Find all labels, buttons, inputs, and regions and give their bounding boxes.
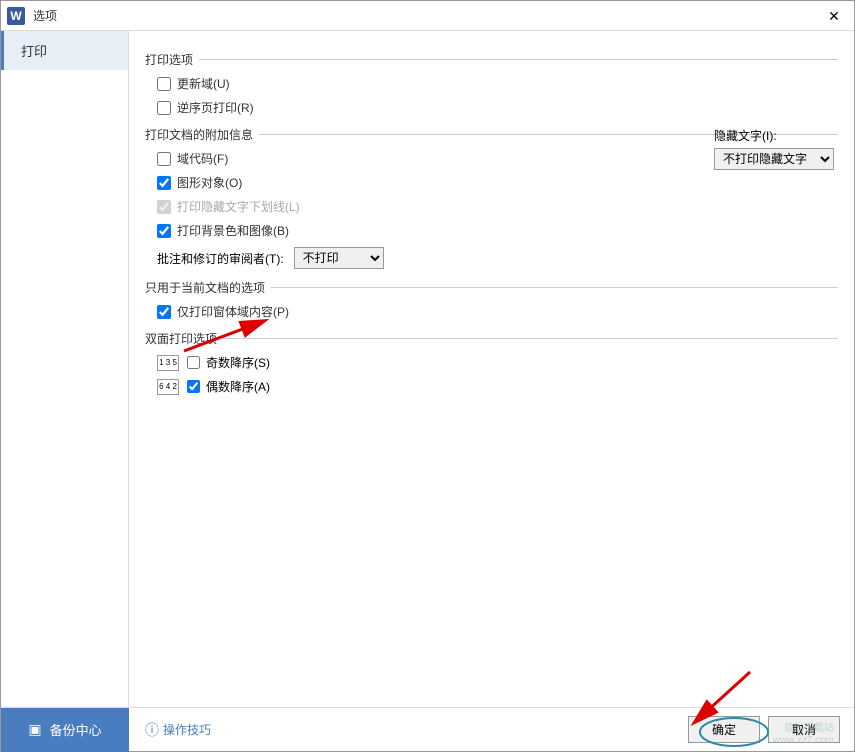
- checkbox-background[interactable]: [157, 224, 171, 238]
- divider: [271, 287, 838, 288]
- checkbox-even-desc[interactable]: [187, 380, 200, 393]
- select-reviewer[interactable]: 不打印: [294, 247, 384, 269]
- main-container: 打印 打印选项 更新域(U) 逆序页打印(R): [1, 31, 854, 707]
- hidden-text-container: 隐藏文字(I): 不打印隐藏文字: [714, 127, 834, 170]
- odd-order-icon: 1 3 5: [157, 355, 179, 371]
- label-update-fields[interactable]: 更新域(U): [177, 75, 230, 92]
- divider: [199, 59, 838, 60]
- tips-label: 操作技巧: [163, 721, 211, 738]
- label-field-codes[interactable]: 域代码(F): [177, 150, 228, 167]
- annotation-arrow-2: [680, 667, 760, 737]
- checkbox-form-content[interactable]: [157, 305, 171, 319]
- content-panel: 打印选项 更新域(U) 逆序页打印(R) 打印文档的附加信息 域代码(F): [129, 31, 854, 707]
- backup-center-button[interactable]: ▣ 备份中心: [1, 708, 129, 752]
- divider: [223, 338, 838, 339]
- label-reverse-print[interactable]: 逆序页打印(R): [177, 99, 254, 116]
- label-even-desc[interactable]: 偶数降序(A): [206, 378, 270, 395]
- title-bar: W 选项 ✕: [1, 1, 854, 31]
- annotation-arrow-1: [179, 296, 279, 356]
- window-title: 选项: [33, 7, 57, 24]
- checkbox-graphics[interactable]: [157, 176, 171, 190]
- backup-label: 备份中心: [50, 720, 102, 739]
- cancel-button[interactable]: 取消: [768, 716, 840, 743]
- checkbox-hidden-underline: [157, 200, 171, 214]
- app-icon: W: [7, 7, 25, 25]
- group-additional-title: 打印文档的附加信息: [145, 126, 253, 143]
- label-odd-desc[interactable]: 奇数降序(S): [206, 354, 270, 371]
- even-order-icon: 6 4 2: [157, 379, 179, 395]
- checkbox-odd-desc[interactable]: [187, 356, 200, 369]
- close-button[interactable]: ✕: [814, 1, 854, 31]
- label-hidden-underline: 打印隐藏文字下划线(L): [177, 198, 300, 215]
- sidebar: 打印: [1, 31, 129, 707]
- checkbox-reverse-print[interactable]: [157, 101, 171, 115]
- tips-icon: ⓘ: [145, 720, 159, 740]
- group-print-options-title: 打印选项: [145, 51, 193, 68]
- backup-icon: ▣: [28, 721, 41, 738]
- select-hidden-text[interactable]: 不打印隐藏文字: [714, 148, 834, 170]
- label-reviewer: 批注和修订的审阅者(T):: [157, 250, 284, 267]
- group-current-doc: 只用于当前文档的选项: [145, 279, 838, 296]
- checkbox-field-codes[interactable]: [157, 152, 171, 166]
- label-hidden-text: 隐藏文字(I):: [714, 127, 834, 144]
- group-current-doc-title: 只用于当前文档的选项: [145, 279, 265, 296]
- tips-link[interactable]: ⓘ 操作技巧: [145, 720, 211, 740]
- label-background[interactable]: 打印背景色和图像(B): [177, 222, 289, 239]
- group-print-options: 打印选项: [145, 51, 838, 68]
- checkbox-update-fields[interactable]: [157, 77, 171, 91]
- label-graphics[interactable]: 图形对象(O): [177, 174, 242, 191]
- sidebar-item-print[interactable]: 打印: [1, 31, 128, 70]
